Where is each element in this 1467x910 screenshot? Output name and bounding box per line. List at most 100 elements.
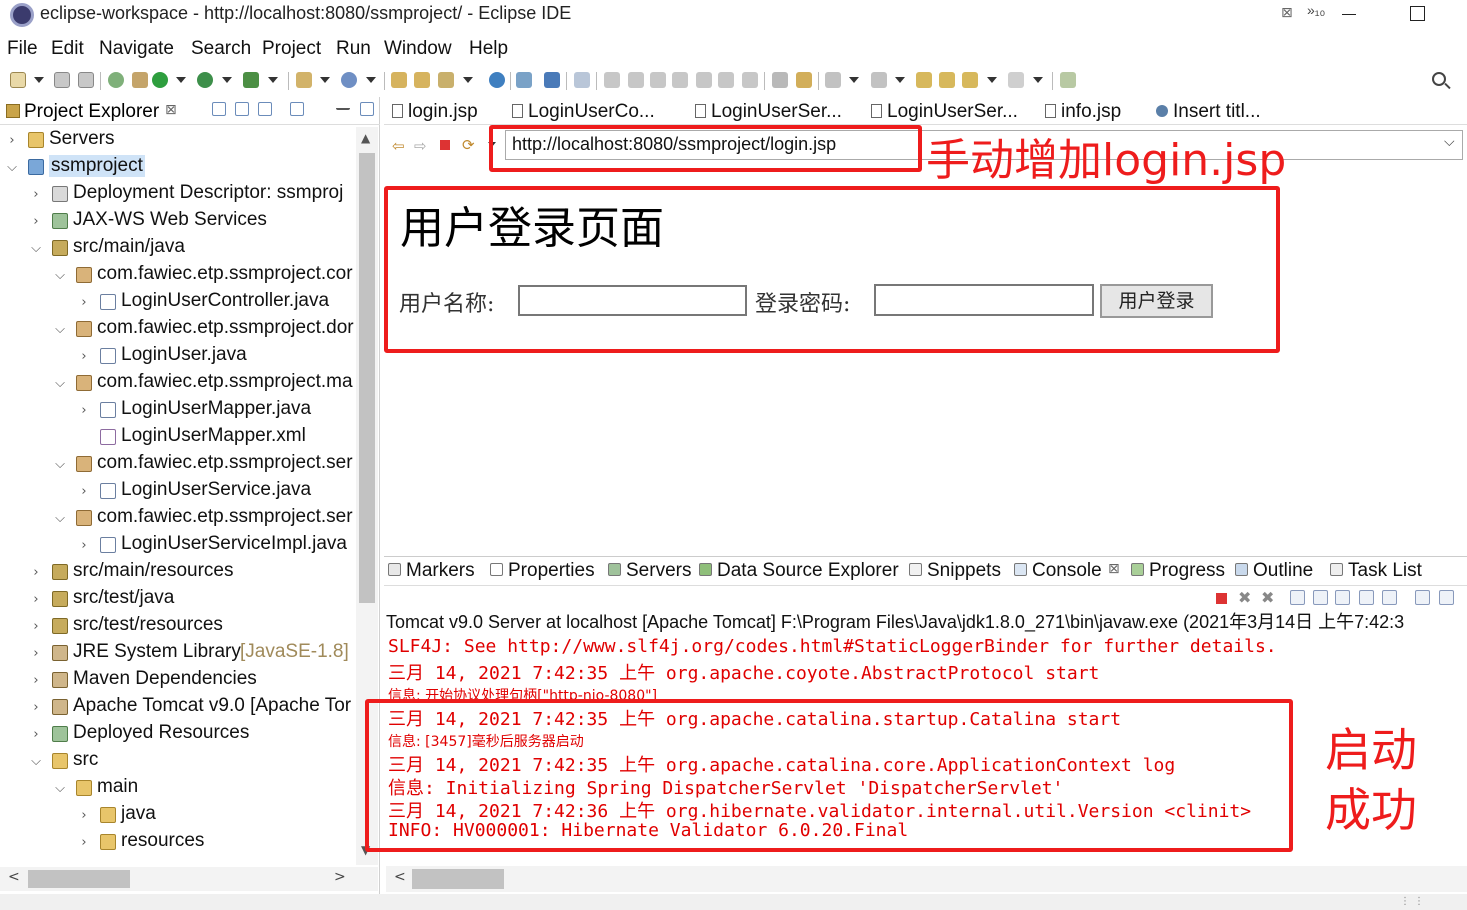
back-dropdown-icon[interactable] (987, 77, 997, 83)
word-wrap-icon[interactable] (1335, 590, 1350, 605)
horizontal-scrollbar[interactable]: < > (0, 867, 378, 891)
minimize-button[interactable] (1338, 4, 1360, 24)
tab-properties[interactable]: Properties (490, 560, 595, 582)
next-annotation-dropdown-icon[interactable] (849, 77, 859, 83)
display-console-icon[interactable] (1439, 590, 1454, 605)
close-tab-icon[interactable]: ⊠ (1281, 5, 1293, 21)
step-over-icon[interactable] (718, 72, 734, 88)
run-last-dropdown-icon[interactable] (222, 77, 232, 83)
show-stdout-icon[interactable] (1359, 590, 1374, 605)
chevron-right-icon[interactable]: › (6, 133, 18, 148)
refresh-icon[interactable]: ⟳ (462, 136, 475, 154)
pin-editor-icon[interactable] (1060, 72, 1076, 88)
forward-arrow-icon[interactable] (1008, 72, 1024, 88)
open-browser-icon[interactable] (489, 72, 505, 88)
tree-item[interactable]: › Maven Dependencies (0, 667, 355, 694)
new-class-dropdown-icon[interactable] (366, 77, 376, 83)
menu-navigate[interactable]: Navigate (99, 38, 174, 60)
tab-markers[interactable]: Markers (388, 560, 475, 582)
project-explorer-tab[interactable]: Project Explorer ⊠ (0, 97, 380, 125)
step-return-icon[interactable] (742, 72, 758, 88)
maximize-view-icon[interactable] (360, 102, 374, 116)
menu-help[interactable]: Help (469, 38, 508, 60)
chevron-right-icon[interactable]: › (30, 619, 42, 634)
tree-item[interactable]: › src/main/resources (0, 559, 355, 586)
tree-item[interactable]: › JAX-WS Web Services (0, 208, 355, 235)
search-icon[interactable] (1432, 72, 1446, 86)
chevron-right-icon[interactable]: › (78, 538, 90, 553)
chevron-down-icon[interactable]: ⌵ (54, 511, 66, 526)
chevron-right-icon[interactable]: › (30, 565, 42, 580)
close-icon[interactable]: ⊠ (1108, 561, 1120, 577)
view-menu-icon[interactable] (313, 102, 317, 116)
terminate-icon[interactable] (1216, 593, 1227, 604)
tree-item[interactable]: › Deployed Resources (0, 721, 355, 748)
search-tool-icon[interactable] (516, 72, 532, 88)
tree-item[interactable]: ⌵ com.fawiec.etp.ssmproject.ser (0, 451, 355, 478)
tree-item[interactable]: ⌵ com.fawiec.etp.ssmproject.ma (0, 370, 355, 397)
new-java-dropdown-icon[interactable] (320, 77, 330, 83)
chevron-down-icon[interactable]: ⌵ (6, 160, 18, 175)
forward-dropdown-icon[interactable] (1033, 77, 1043, 83)
back-history-icon[interactable] (939, 72, 955, 88)
tree-item[interactable]: ⌵ main (0, 775, 355, 802)
tree-item[interactable]: › LoginUserService.java (0, 478, 355, 505)
open-folder-icon[interactable] (414, 72, 430, 88)
menu-file[interactable]: File (7, 38, 38, 60)
tree-item[interactable]: LoginUserMapper.xml (0, 424, 355, 451)
chevron-right-icon[interactable]: › (30, 646, 42, 661)
forward-icon[interactable]: ⇨ (414, 137, 427, 155)
tree-item[interactable]: › LoginUserMapper.java (0, 397, 355, 424)
tree-item[interactable]: › java (0, 802, 355, 829)
run-last-icon[interactable] (197, 72, 213, 88)
tab-insert-title-browser[interactable]: Insert titl... (1156, 101, 1261, 123)
chevron-right-icon[interactable]: › (30, 592, 42, 607)
tree-item[interactable]: › resources (0, 829, 355, 856)
close-icon[interactable]: ⊠ (165, 102, 177, 118)
scroll-thumb[interactable] (412, 869, 504, 889)
link-with-editor-icon[interactable] (235, 102, 249, 116)
chevron-down-icon[interactable]: ⌵ (54, 268, 66, 283)
debug-icon[interactable] (108, 72, 124, 88)
tree-item[interactable]: › Servers (0, 127, 355, 154)
resume-icon[interactable] (604, 72, 620, 88)
tree-item[interactable]: ⌵ com.fawiec.etp.ssmproject.dor (0, 316, 355, 343)
new-class-icon[interactable] (341, 72, 357, 88)
chevron-right-icon[interactable]: › (78, 484, 90, 499)
tree-item[interactable]: › Apache Tomcat v9.0 [Apache Tor (0, 694, 355, 721)
show-stderr-icon[interactable] (1382, 590, 1397, 605)
tree-item[interactable]: ⌵ com.fawiec.etp.ssmproject.cor (0, 262, 355, 289)
scroll-right-icon[interactable]: > (334, 869, 346, 885)
run-dropdown-icon[interactable] (176, 77, 186, 83)
clear-console-icon[interactable] (1290, 590, 1305, 605)
menu-edit[interactable]: Edit (51, 38, 84, 60)
tab-loginuserserviceimpl[interactable]: LoginUserSer... (871, 101, 1018, 123)
tree-item[interactable]: › JRE System Library [JavaSE-1.8] (0, 640, 355, 667)
last-edit-location-icon[interactable] (916, 72, 932, 88)
step-into-icon[interactable] (696, 72, 712, 88)
console-horizontal-scrollbar[interactable]: < (386, 866, 1467, 892)
save-icon[interactable] (54, 72, 70, 88)
tab-login-jsp[interactable]: login.jsp (392, 101, 478, 123)
menu-search[interactable]: Search (191, 38, 251, 60)
chevron-down-icon[interactable]: ⌵ (54, 376, 66, 391)
filter-icon[interactable] (258, 102, 272, 116)
stop-icon[interactable] (440, 140, 450, 150)
toggle-mark-icon[interactable] (574, 72, 590, 88)
suspend-icon[interactable] (628, 72, 644, 88)
external-tools-icon[interactable] (243, 72, 259, 88)
chevron-down-icon[interactable]: ⌵ (1444, 134, 1455, 150)
run-icon[interactable] (152, 72, 168, 88)
chevron-right-icon[interactable]: › (30, 727, 42, 742)
tab-progress[interactable]: Progress (1131, 560, 1225, 582)
collapse-all-icon[interactable] (212, 102, 226, 116)
external-tools-dropdown-icon[interactable] (268, 77, 278, 83)
chevron-right-icon[interactable]: › (78, 295, 90, 310)
console-tool-icon[interactable] (544, 72, 560, 88)
tab-task-list[interactable]: Task List (1330, 560, 1422, 582)
new-java-project-icon[interactable] (296, 72, 312, 88)
disconnect-icon[interactable] (672, 72, 688, 88)
tree-item[interactable]: › LoginUserController.java (0, 289, 355, 316)
remove-launch-icon[interactable]: ✖ (1238, 588, 1251, 607)
new-icon[interactable] (10, 72, 26, 88)
